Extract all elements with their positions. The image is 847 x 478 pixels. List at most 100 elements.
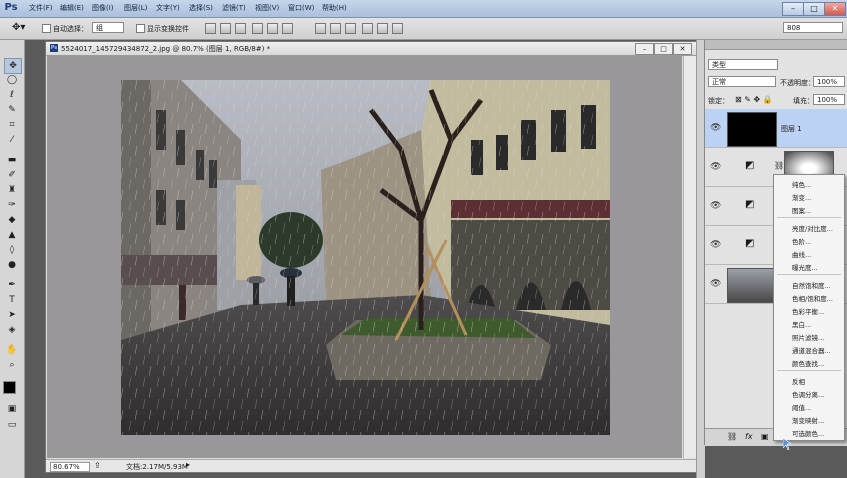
close-button[interactable]: ✕ [824,2,846,16]
menu-item-exposure[interactable]: 曝光度... [792,262,818,272]
visibility-eye-icon[interactable]: 👁 [710,279,721,289]
menu-filter[interactable]: 滤镜(T) [222,3,246,13]
maximize-button[interactable]: □ [803,2,825,16]
crop-tool-icon[interactable]: ⌗ [4,118,20,132]
blend-mode-dropdown[interactable]: 正常 [708,76,776,87]
path-select-tool-icon[interactable]: ➤ [4,308,20,322]
menu-file[interactable]: 文件(F) [29,3,53,13]
fx-icon[interactable]: fx [745,432,753,441]
align-hcenter-icon[interactable] [267,23,278,34]
menu-item-solid-color[interactable]: 纯色... [792,179,811,189]
align-left-icon[interactable] [252,23,263,34]
opacity-field[interactable]: 100% [813,76,845,87]
menu-window[interactable]: 窗口(W) [288,3,314,13]
menu-item-brightness-contrast[interactable]: 亮度/对比度... [792,223,833,233]
auto-select-checkbox[interactable] [42,24,51,33]
shape-tool-icon[interactable]: ◈ [4,323,20,337]
zoom-level[interactable]: 80.67% [50,462,90,472]
distribute-left-icon[interactable] [362,23,373,34]
menu-item-pattern[interactable]: 图案... [792,205,811,215]
menu-edit[interactable]: 编辑(E) [60,3,84,13]
menu-image[interactable]: 图像(I) [92,3,114,13]
menu-item-gradient[interactable]: 渐变... [792,192,811,202]
brush-tool-icon[interactable]: ✐ [4,168,20,182]
distribute-top-icon[interactable] [315,23,326,34]
distribute-bottom-icon[interactable] [345,23,356,34]
visibility-eye-icon[interactable]: 👁 [710,240,721,250]
auto-select-value: 组 [96,24,103,32]
menu-item-selective-color[interactable]: 可选颜色... [792,428,824,438]
menu-item-invert[interactable]: 反相 [792,376,805,386]
background-thumbnail [727,268,777,303]
eyedropper-tool-icon[interactable]: ⁄ [4,133,20,147]
clone-stamp-tool-icon[interactable]: ♜ [4,183,20,197]
mask-icon[interactable]: ▣ [761,432,769,441]
layer-kind-filter[interactable]: 类型 [708,59,778,70]
menu-item-curves[interactable]: 曲线... [792,249,811,259]
menu-item-photo-filter[interactable]: 照片滤镜... [792,332,824,342]
menu-item-color-lookup[interactable]: 颜色查找... [792,358,824,368]
move-tool-icon[interactable]: ✥ [4,58,22,74]
distribute-hcenter-icon[interactable] [377,23,388,34]
align-top-icon[interactable] [205,23,216,34]
lasso-tool-icon[interactable]: ℓ [4,88,20,102]
move-tool-preset-icon[interactable]: ✥▾ [12,22,25,33]
distribute-right-icon[interactable] [392,23,403,34]
align-right-icon[interactable] [282,23,293,34]
type-tool-icon[interactable]: T [4,293,20,307]
pen-tool-icon[interactable]: ✒ [4,278,20,292]
menu-item-color-balance[interactable]: 色彩平衡... [792,306,824,316]
doc-minimize-button[interactable]: – [635,43,654,55]
minimize-button[interactable]: – [782,2,804,16]
healing-brush-tool-icon[interactable]: ▬ [4,153,20,167]
menu-item-posterize[interactable]: 色调分离... [792,389,824,399]
doc-restore-button[interactable]: □ [654,43,673,55]
layer1-name: 图层 1 [781,125,802,133]
align-vcenter-icon[interactable] [220,23,231,34]
auto-select-dropdown[interactable]: 组 [92,22,124,33]
quick-select-tool-icon[interactable]: ✎ [4,103,20,117]
workspace-dropdown[interactable]: 808 [783,22,843,33]
link-icon[interactable]: ⛓ [727,432,737,441]
hand-tool-icon[interactable]: ✋ [4,343,20,357]
marquee-tool-icon[interactable]: ◯ [4,73,20,87]
zoom-tool-icon[interactable]: ⌕ [4,358,20,372]
eraser-tool-icon[interactable]: ◆ [4,213,20,227]
status-menu-arrow-icon[interactable]: ▸ [186,460,190,469]
screen-mode-icon[interactable]: ▭ [4,418,20,432]
foreground-color-swatch[interactable] [3,381,16,394]
dodge-tool-icon[interactable]: ● [4,258,20,272]
menu-item-vibrance[interactable]: 自然饱和度... [792,280,831,290]
menu-item-threshold[interactable]: 阈值... [792,402,811,412]
visibility-eye-icon[interactable]: 👁 [710,123,721,133]
fill-field[interactable]: 100% [813,94,845,105]
menu-layer[interactable]: 图层(L) [124,3,147,13]
document-tab[interactable]: Ps 5524017_145729434872_2.jpg @ 80.7% (图… [46,42,697,56]
adjustment-layer-icon: ◩ [745,238,755,249]
distribute-vcenter-icon[interactable] [330,23,341,34]
status-share-icon[interactable]: ⇪ [94,461,101,470]
vertical-scrollbar[interactable] [683,56,697,458]
quick-mask-icon[interactable]: ▣ [4,402,20,416]
menu-item-channel-mixer[interactable]: 通道混合器... [792,345,831,355]
blur-tool-icon[interactable]: ◊ [4,243,20,257]
lock-icons[interactable]: ⊠ ✎ ✥ 🔒 [735,95,773,104]
menu-type[interactable]: 文字(Y) [156,3,180,13]
menu-help[interactable]: 帮助(H) [322,3,347,13]
menu-item-hue-saturation[interactable]: 色相/饱和度... [792,293,833,303]
menu-item-levels[interactable]: 色阶... [792,236,811,246]
visibility-eye-icon[interactable]: 👁 [710,162,721,172]
menu-select[interactable]: 选择(S) [189,3,213,13]
visibility-eye-icon[interactable]: 👁 [710,201,721,211]
history-brush-tool-icon[interactable]: ✑ [4,198,20,212]
menu-item-gradient-map[interactable]: 渐变映射... [792,415,824,425]
menu-view[interactable]: 视图(V) [255,3,279,13]
show-transform-checkbox[interactable] [136,24,145,33]
menu-item-black-white[interactable]: 黑白... [792,319,811,329]
doc-close-button[interactable]: ✕ [673,43,692,55]
align-bottom-icon[interactable] [235,23,246,34]
tools-panel: ✥ ◯ ℓ ✎ ⌗ ⁄ ▬ ✐ ♜ ✑ ◆ ▲ ◊ ● ✒ T ➤ ◈ ✋ ⌕ … [0,40,25,478]
layers-panel-header[interactable] [705,40,847,50]
layer-row-layer1[interactable]: 👁 图层 1 [705,109,847,148]
paint-bucket-tool-icon[interactable]: ▲ [4,228,20,242]
